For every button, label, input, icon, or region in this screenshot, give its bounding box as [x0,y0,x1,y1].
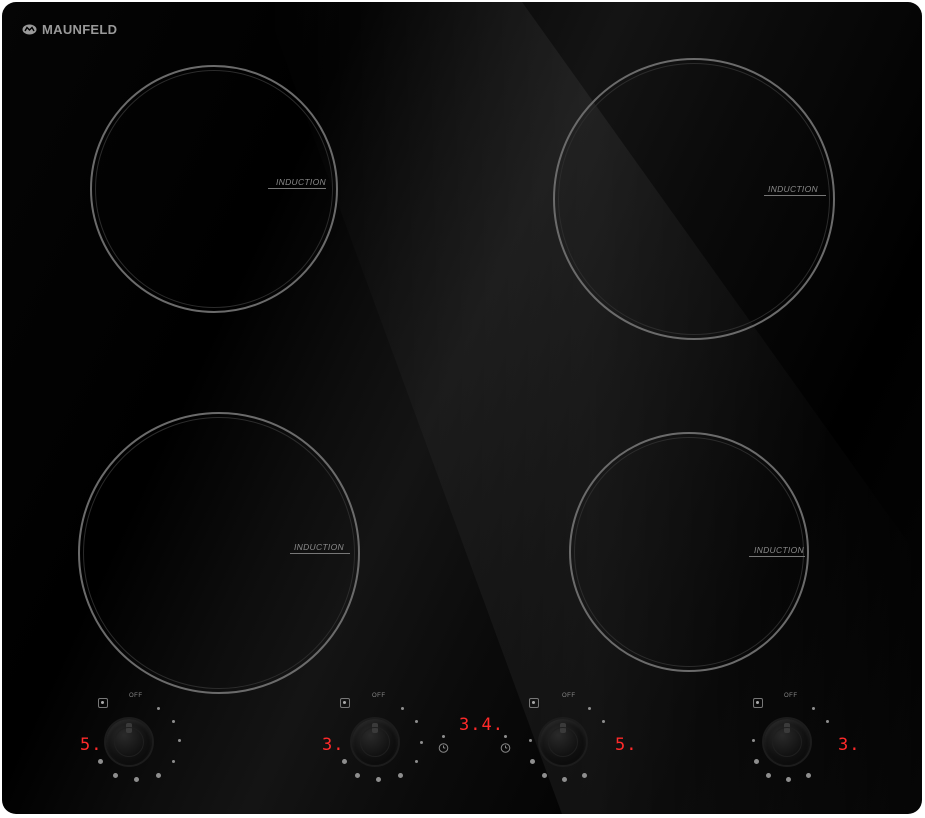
induction-marker-line [764,195,826,196]
dial-mark [806,773,811,778]
zone4-power-icon[interactable] [753,698,763,708]
timer-display: 3.4. [459,715,504,735]
dial-mark [157,707,160,710]
induction-marker-line [749,556,805,557]
dial-mark [754,759,759,764]
burner-bottom-right-label: INDUCTION [754,545,804,555]
induction-marker-line [268,188,326,189]
zone4-off-label: OFF [784,693,798,699]
zone2-knob-icon[interactable] [352,719,398,765]
induction-marker-line [290,553,350,554]
zone3-off-label: OFF [562,693,576,699]
timer-minus-icon[interactable] [438,742,449,753]
timer-plus-icon[interactable] [500,742,511,753]
dial-mark [530,759,535,764]
zone1-display: 5. [80,735,103,755]
burner-top-right [553,58,835,340]
cooktop-glass: MAUNFELD INDUCTION INDUCTION INDUCTION I… [2,2,922,814]
zone2-power-icon[interactable] [340,698,350,708]
dial-mark [398,773,403,778]
zone3-knob-icon[interactable] [540,719,586,765]
dial-mark [588,707,591,710]
timer-mark [504,735,507,738]
dial-mark [752,739,755,742]
brand-logo: MAUNFELD [22,22,117,37]
zone3-power-icon[interactable] [529,698,539,708]
dial-mark [812,707,815,710]
zone2-display: 3. [322,735,345,755]
zone4-knob-icon[interactable] [764,719,810,765]
zone1-off-label: OFF [129,693,143,699]
dial-mark [542,773,547,778]
dial-mark [113,773,118,778]
dial-mark [786,777,791,782]
dial-mark [562,777,567,782]
dial-mark [376,777,381,782]
burner-top-right-label: INDUCTION [768,184,818,194]
zone2-off-label: OFF [372,693,386,699]
dial-mark [355,773,360,778]
dial-mark [766,773,771,778]
dial-mark [415,760,418,763]
dial-mark [415,720,418,723]
dial-mark [342,759,347,764]
burner-bottom-left-label: INDUCTION [294,542,344,552]
dial-mark [98,759,103,764]
burner-top-left-label: INDUCTION [276,177,326,187]
dial-mark [172,720,175,723]
dial-mark [134,777,139,782]
dial-mark [826,720,829,723]
dial-mark [172,760,175,763]
dial-mark [178,739,181,742]
dial-mark [401,707,404,710]
brand-name: MAUNFELD [42,22,118,37]
timer-mark [442,735,445,738]
burner-top-left [90,65,338,313]
zone3-display: 5. [615,735,638,755]
dial-mark [420,741,423,744]
dial-mark [602,720,605,723]
zone1-power-icon[interactable] [98,698,108,708]
zone1-knob-icon[interactable] [106,719,152,765]
dial-mark [529,739,532,742]
zone4-display: 3. [838,735,861,755]
dial-mark [156,773,161,778]
dial-mark [582,773,587,778]
maunfeld-logo-icon [22,24,37,35]
